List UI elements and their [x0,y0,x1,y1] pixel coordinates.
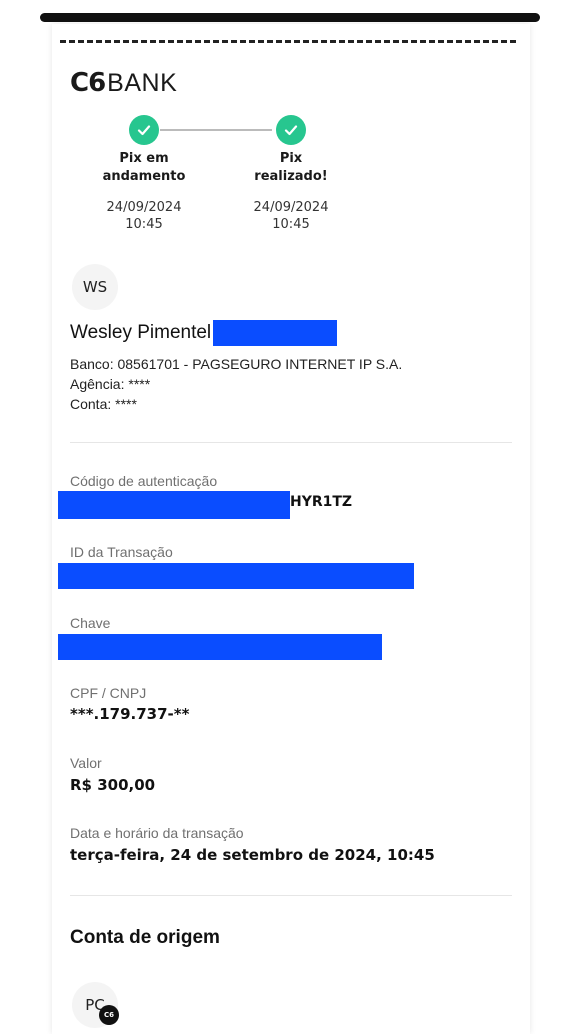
step-1-datetime: 24/09/2024 10:45 [89,199,199,233]
step-1-date: 24/09/2024 [106,200,182,215]
step-connector [160,129,272,131]
origin-section-title: Conta de origem [70,927,220,948]
check-icon [137,125,151,136]
logo-mark: C6 [70,68,106,98]
step-2-check [276,115,306,145]
redaction-box [58,563,414,589]
amount-value: R$ 300,00 [70,776,156,794]
step-1-title-line1: Pix em [119,151,169,166]
step-2-datetime: 24/09/2024 10:45 [236,199,346,233]
amount-label: Valor [70,755,102,771]
step-1-title: Pix em andamento [89,150,199,186]
redaction-box [58,491,290,519]
transaction-id-label: ID da Transação [70,544,173,560]
receipt-tear-line [60,40,516,43]
step-2-title-line1: Pix [279,151,303,166]
step-2-title: Pix realizado! [236,150,346,186]
c6-badge-icon: C6 [99,1005,119,1025]
divider [70,442,512,443]
step-1-check [129,115,159,145]
recipient-avatar: WS [72,264,118,310]
redaction-box [58,634,382,660]
datetime-value: terça-feira, 24 de setembro de 2024, 10:… [70,846,435,864]
divider [70,895,512,896]
c6-bank-logo: C6 BANK [70,68,178,98]
cpf-value: ***.179.737-** [70,705,190,723]
origin-badge-label: C6 [103,1011,114,1019]
recipient-initials: WS [82,278,108,296]
step-1-time: 10:45 [125,217,163,232]
auth-code-value: HYR1TZ [290,494,353,510]
step-2-date: 24/09/2024 [253,200,329,215]
datetime-label: Data e horário da transação [70,825,244,841]
recipient-name-row: Wesley Pimentel [70,320,338,346]
recipient-name: Wesley Pimentel [70,322,212,343]
check-icon [284,125,298,136]
auth-code-label: Código de autenticação [70,473,218,489]
receipt-top-edge [40,13,540,22]
step-2-time: 10:45 [272,217,310,232]
recipient-bank: Banco: 08561701 - PAGSEGURO INTERNET IP … [70,356,403,372]
cpf-label: CPF / CNPJ [70,685,147,701]
recipient-agency: Agência: **** [70,376,151,392]
step-2-title-line2: realizado! [254,169,328,184]
step-1-title-line2: andamento [102,169,186,184]
redaction-box [213,320,338,346]
pix-key-label: Chave [70,615,111,631]
logo-word: BANK [107,69,178,97]
recipient-account: Conta: **** [70,396,137,412]
